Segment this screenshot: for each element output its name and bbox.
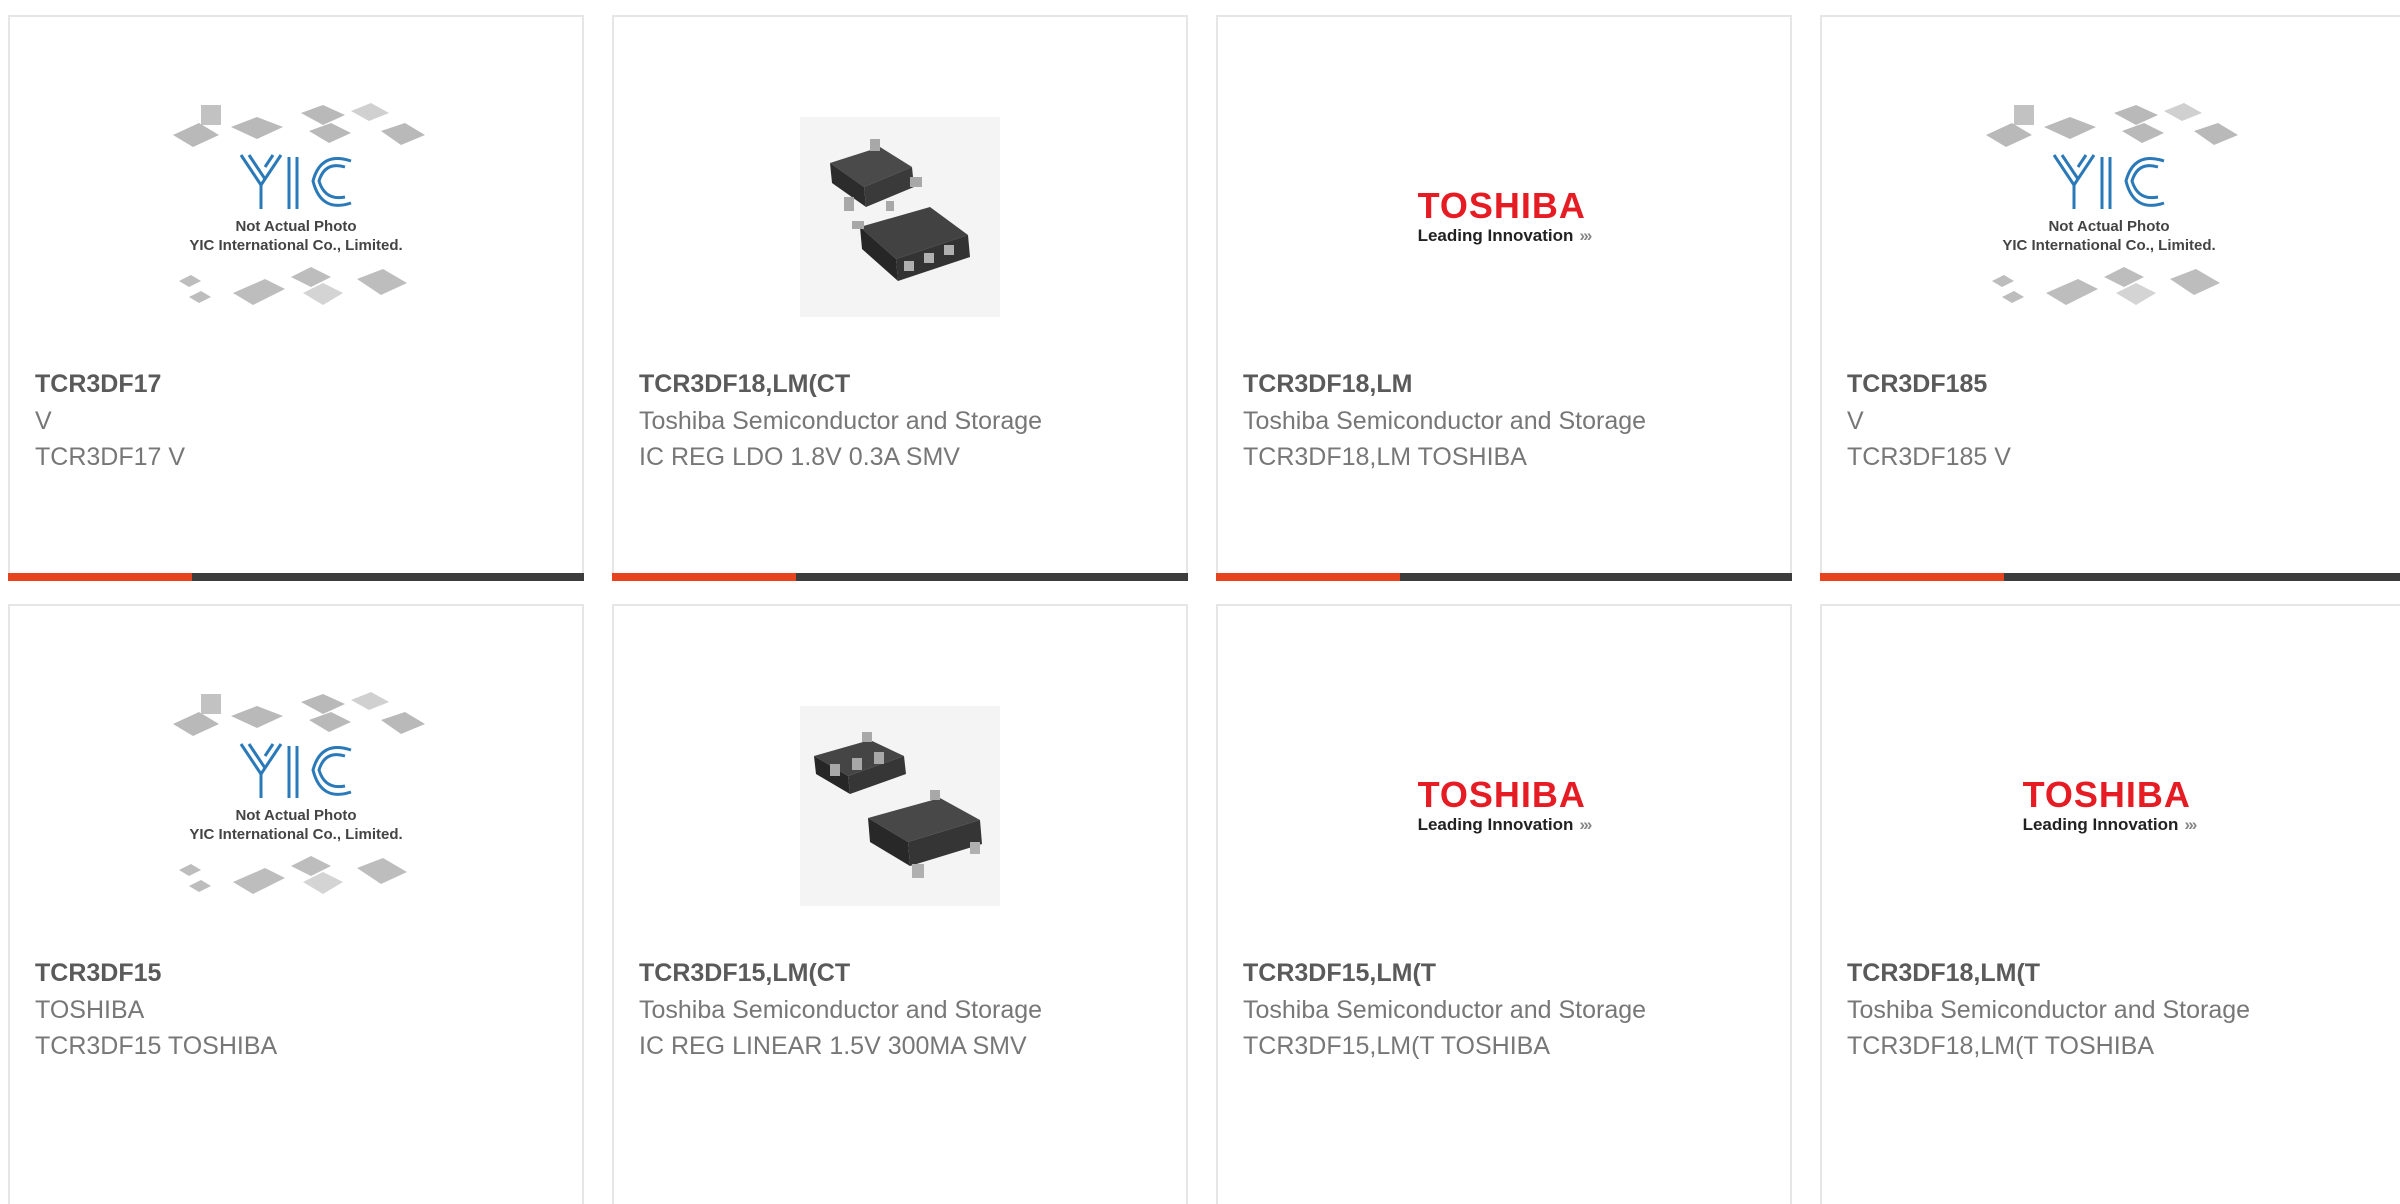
part-number[interactable]: TCR3DF18,LM(CT [639, 365, 1059, 403]
product-card[interactable]: Not Actual Photo YIC International Co., … [8, 604, 584, 1204]
toshiba-logo: TOSHIBA Leading Innovation ››› [2022, 774, 2198, 835]
card-bar [1820, 573, 2400, 581]
placeholder-line2: YIC International Co., Limited. [189, 826, 402, 843]
product-info: TCR3DF15,LM(T Toshiba Semiconductor and … [1243, 954, 1663, 1064]
placeholder-line2: YIC International Co., Limited. [189, 237, 402, 254]
card-bar-accent [612, 573, 796, 581]
part-number[interactable]: TCR3DF15 [35, 954, 455, 992]
part-number[interactable]: TCR3DF15,LM(T [1243, 954, 1663, 992]
product-image[interactable]: TOSHIBA Leading Innovation ››› [1218, 69, 1790, 365]
description: TCR3DF17 V [35, 443, 186, 471]
manufacturer: Toshiba Semiconductor and Storage [639, 407, 1043, 435]
product-card[interactable]: Not Actual Photo YIC International Co., … [8, 15, 584, 581]
description: TCR3DF185 V [1847, 443, 2011, 471]
toshiba-brand: TOSHIBA [1417, 774, 1586, 815]
placeholder-image: Not Actual Photo YIC International Co., … [173, 103, 425, 305]
description: IC REG LDO 1.8V 0.3A SMV [639, 443, 960, 471]
description: IC REG LINEAR 1.5V 300MA SMV [639, 1032, 1027, 1060]
placeholder-line1: Not Actual Photo [2048, 218, 2169, 235]
toshiba-tagline: Leading Innovation ››› [1417, 226, 1593, 245]
part-number[interactable]: TCR3DF18,LM(T [1847, 954, 2267, 992]
card-bar [1216, 573, 1792, 581]
product-card[interactable]: TOSHIBA Leading Innovation ››› TCR3DF18,L… [1216, 15, 1792, 581]
product-image[interactable] [614, 658, 1186, 954]
description: TCR3DF15 TOSHIBA [35, 1032, 278, 1060]
card-bar [612, 573, 1188, 581]
product-info: TCR3DF15 TOSHIBA TCR3DF15 TOSHIBA [35, 954, 455, 1064]
placeholder-line1: Not Actual Photo [235, 218, 356, 235]
product-info: TCR3DF18,LM(CT Toshiba Semiconductor and… [639, 365, 1059, 475]
manufacturer: TOSHIBA [35, 996, 145, 1024]
card-bar [8, 573, 584, 581]
card-bar-accent [1820, 573, 2004, 581]
toshiba-brand: TOSHIBA [2022, 774, 2191, 815]
product-image[interactable] [614, 69, 1186, 365]
product-image[interactable]: Not Actual Photo YIC International Co., … [10, 69, 582, 365]
manufacturer: Toshiba Semiconductor and Storage [639, 996, 1043, 1024]
product-info: TCR3DF18,LM Toshiba Semiconductor and St… [1243, 365, 1663, 475]
product-info: TCR3DF15,LM(CT Toshiba Semiconductor and… [639, 954, 1059, 1064]
product-card[interactable]: TOSHIBA Leading Innovation ››› TCR3DF15,L… [1216, 604, 1792, 1204]
card-bar-accent [1216, 573, 1400, 581]
chip-photo [800, 117, 1000, 317]
placeholder-image: Not Actual Photo YIC International Co., … [173, 692, 425, 894]
manufacturer: Toshiba Semiconductor and Storage [1243, 996, 1647, 1024]
product-info: TCR3DF185 V TCR3DF185 V [1847, 365, 2267, 475]
toshiba-brand: TOSHIBA [1417, 185, 1586, 226]
part-number[interactable]: TCR3DF15,LM(CT [639, 954, 1059, 992]
toshiba-tagline: Leading Innovation ››› [2022, 815, 2198, 834]
product-info: TCR3DF17 V TCR3DF17 V [35, 365, 455, 475]
toshiba-logo: TOSHIBA Leading Innovation ››› [1417, 185, 1593, 246]
product-card[interactable]: Not Actual Photo YIC International Co., … [1820, 15, 2400, 581]
description: TCR3DF18,LM(T TOSHIBA [1847, 1032, 2155, 1060]
product-image[interactable]: Not Actual Photo YIC International Co., … [1822, 69, 2396, 365]
chip-photo [800, 706, 1000, 906]
toshiba-logo: TOSHIBA Leading Innovation ››› [1417, 774, 1593, 835]
placeholder-line1: Not Actual Photo [235, 807, 356, 824]
toshiba-tagline: Leading Innovation ››› [1417, 815, 1593, 834]
product-image[interactable]: Not Actual Photo YIC International Co., … [10, 658, 582, 954]
part-number[interactable]: TCR3DF18,LM [1243, 365, 1663, 403]
part-number[interactable]: TCR3DF17 [35, 365, 455, 403]
product-card[interactable]: TCR3DF15,LM(CT Toshiba Semiconductor and… [612, 604, 1188, 1204]
description: TCR3DF18,LM TOSHIBA [1243, 443, 1527, 471]
manufacturer: V [1847, 407, 1864, 435]
part-number[interactable]: TCR3DF185 [1847, 365, 2267, 403]
product-grid: Not Actual Photo YIC International Co., … [0, 0, 2400, 1204]
placeholder-line2: YIC International Co., Limited. [2002, 237, 2215, 254]
product-image[interactable]: TOSHIBA Leading Innovation ››› [1822, 658, 2396, 954]
description: TCR3DF15,LM(T TOSHIBA [1243, 1032, 1551, 1060]
product-card[interactable]: TOSHIBA Leading Innovation ››› TCR3DF18,L… [1820, 604, 2400, 1204]
manufacturer: Toshiba Semiconductor and Storage [1243, 407, 1647, 435]
product-card[interactable]: TCR3DF18,LM(CT Toshiba Semiconductor and… [612, 15, 1188, 581]
placeholder-image: Not Actual Photo YIC International Co., … [1986, 103, 2238, 305]
manufacturer: Toshiba Semiconductor and Storage [1847, 996, 2251, 1024]
product-image[interactable]: TOSHIBA Leading Innovation ››› [1218, 658, 1790, 954]
manufacturer: V [35, 407, 52, 435]
card-bar-accent [8, 573, 192, 581]
product-info: TCR3DF18,LM(T Toshiba Semiconductor and … [1847, 954, 2267, 1064]
